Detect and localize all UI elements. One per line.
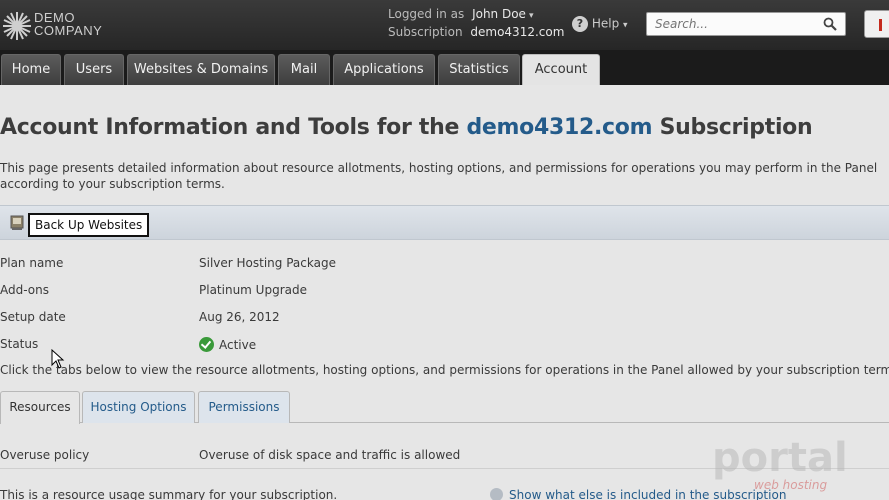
tabs-note: Click the tabs below to view the resourc… <box>0 363 889 377</box>
search-input[interactable] <box>647 13 817 35</box>
info-key: Setup date <box>0 310 66 324</box>
info-key: Add-ons <box>0 283 49 297</box>
help-icon: ? <box>572 16 588 32</box>
back-up-websites-button[interactable]: Back Up Websites <box>28 213 150 237</box>
check-circle-icon <box>199 337 214 352</box>
usage-summary-text: This is a resource usage summary for you… <box>0 488 338 500</box>
status-text: Active <box>219 338 257 352</box>
overuse-key: Overuse policy <box>0 448 90 462</box>
user-name: John Doe <box>472 7 526 21</box>
top-header: DEMO COMPANY Logged in as John Doe ▾ Subs… <box>0 0 889 50</box>
info-row-setup-date: Setup date Aug 26, 2012 <box>0 310 889 330</box>
info-key: Plan name <box>0 256 64 270</box>
sun-logo-icon <box>3 12 31 40</box>
title-domain: demo4312.com <box>466 115 653 140</box>
tab-applications[interactable]: Applications <box>333 54 435 85</box>
chevron-down-icon: ▾ <box>623 20 628 31</box>
info-key: Status <box>0 337 39 351</box>
tab-mail[interactable]: Mail <box>278 54 330 85</box>
overuse-value: Overuse of disk space and traffic is all… <box>199 448 461 462</box>
intro-text: This page presents detailed information … <box>0 161 878 191</box>
info-value: Aug 26, 2012 <box>199 310 280 324</box>
search-box <box>646 12 846 36</box>
tools-toolbar: Back Up Websites <box>0 205 889 240</box>
help-label: Help <box>591 16 620 31</box>
watermark-line1: portal <box>712 435 848 481</box>
chevron-down-icon: ▾ <box>528 11 534 21</box>
mouse-cursor-icon <box>51 349 65 369</box>
subscription-value[interactable]: demo4312.com <box>470 25 564 39</box>
title-prefix: Account Information and Tools for the <box>0 115 460 140</box>
notifications-button[interactable] <box>864 10 889 38</box>
status-value: Active <box>199 337 256 352</box>
watermark-line2: web hosting <box>754 478 827 492</box>
info-value: Platinum Upgrade <box>199 283 307 297</box>
logo-line2: COMPANY <box>34 23 103 38</box>
backup-icon <box>10 215 24 230</box>
tab-resources[interactable]: Resources <box>0 391 80 424</box>
portal-watermark-logo: portal web hosting <box>712 435 848 492</box>
subscription-label: Subscription <box>388 25 463 39</box>
tab-statistics[interactable]: Statistics <box>438 54 520 85</box>
title-suffix: Subscription <box>659 115 813 140</box>
subscription-tabs: Resources Hosting Options Permissions <box>0 391 889 424</box>
info-row-status: Status Active <box>0 337 889 357</box>
tab-permissions[interactable]: Permissions <box>198 391 290 423</box>
logged-in-label: Logged in as <box>388 7 465 21</box>
search-icon[interactable] <box>823 17 837 31</box>
expand-icon <box>490 488 503 500</box>
tab-account[interactable]: Account <box>522 54 600 85</box>
tab-home[interactable]: Home <box>1 54 61 85</box>
info-value: Silver Hosting Package <box>199 256 336 270</box>
tab-hosting-options[interactable]: Hosting Options <box>82 391 195 423</box>
info-row-plan: Plan name Silver Hosting Package <box>0 256 889 276</box>
login-info: Logged in as John Doe ▾ Subscription demo… <box>388 7 564 43</box>
page-title: Account Information and Tools for the de… <box>0 115 813 140</box>
tab-users[interactable]: Users <box>64 54 124 85</box>
tab-websites-domains[interactable]: Websites & Domains <box>127 54 275 85</box>
help-menu[interactable]: ? Help ▾ <box>572 16 628 32</box>
main-nav: Home Users Websites & Domains Mail Appli… <box>0 50 889 85</box>
user-menu[interactable]: John Doe ▾ <box>472 7 533 21</box>
logo-text: DEMO COMPANY <box>34 11 102 37</box>
company-logo[interactable]: DEMO COMPANY <box>2 6 112 42</box>
info-row-addons: Add-ons Platinum Upgrade <box>0 283 889 303</box>
